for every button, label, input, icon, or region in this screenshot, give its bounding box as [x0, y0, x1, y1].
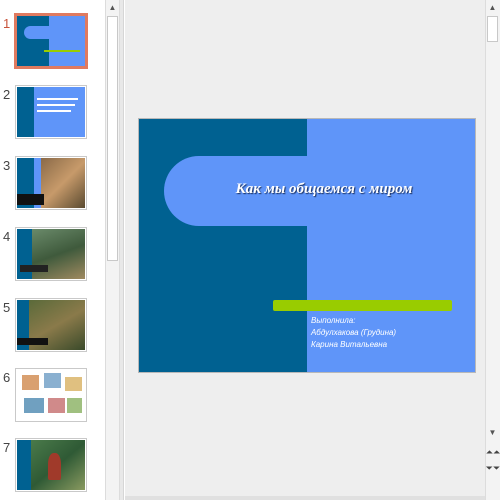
- thumbnail-slide-3[interactable]: 3: [0, 156, 105, 224]
- thumbnail-frame[interactable]: [15, 156, 87, 210]
- thumbnail-frame[interactable]: [15, 368, 87, 422]
- thumbnail-image: [17, 87, 85, 137]
- thumbnail-image: [17, 229, 85, 279]
- next-slide-icon[interactable]: ⏷⏷: [486, 462, 500, 474]
- slide-author-block[interactable]: Выполнила: Абдулхакова (Грудина) Карина …: [311, 315, 471, 351]
- slide-number: 1: [3, 16, 11, 31]
- slide-thumbnail-panel: 1 2 3 4 5 6 7: [0, 0, 105, 500]
- thumbnail-frame[interactable]: [15, 227, 87, 281]
- scroll-up-icon[interactable]: ▲: [486, 0, 499, 15]
- thumbnail-slide-2[interactable]: 2: [0, 85, 105, 153]
- slide-title[interactable]: Как мы общаемся с миром: [179, 181, 469, 198]
- current-slide[interactable]: Как мы общаемся с миром Выполнила: Абдул…: [138, 118, 476, 373]
- thumbnail-slide-4[interactable]: 4: [0, 227, 105, 295]
- thumbnail-frame[interactable]: [15, 85, 87, 139]
- previous-slide-icon[interactable]: ⏶⏶: [486, 446, 500, 458]
- author-line: Карина Витальевна: [311, 340, 388, 349]
- thumbnail-scrollbar[interactable]: ▲: [105, 0, 120, 500]
- thumbnail-image: [17, 300, 85, 350]
- thumbnail-slide-6[interactable]: 6: [0, 368, 105, 436]
- scrollbar-thumb[interactable]: [107, 16, 118, 261]
- slide-accent-bar: [273, 300, 452, 311]
- thumbnail-frame[interactable]: [14, 13, 88, 69]
- slide-number: 7: [3, 440, 11, 455]
- thumbnail-slide-5[interactable]: 5: [0, 298, 105, 366]
- slide-number: 4: [3, 229, 11, 244]
- slide-number: 5: [3, 300, 11, 315]
- scrollbar-thumb[interactable]: [487, 16, 498, 42]
- slide-editing-area: Как мы общаемся с миром Выполнила: Абдул…: [125, 0, 485, 500]
- thumbnail-slide-1[interactable]: 1: [0, 13, 105, 82]
- slide-number: 3: [3, 158, 11, 173]
- slide-number: 2: [3, 87, 11, 102]
- thumbnail-slide-7[interactable]: 7: [0, 438, 105, 500]
- thumbnail-image: [17, 370, 85, 420]
- scroll-down-icon[interactable]: ▼: [486, 425, 499, 440]
- main-scrollbar[interactable]: ▲ ▼ ⏶⏶ ⏷⏷: [485, 0, 500, 500]
- thumbnail-frame[interactable]: [15, 298, 87, 352]
- scroll-up-icon[interactable]: ▲: [106, 0, 119, 15]
- author-line: Абдулхакова (Грудина): [311, 328, 397, 337]
- presentation-editor: 1 2 3 4 5 6 7 ▲ Как мы общаемся с миром …: [0, 0, 500, 500]
- pane-splitter[interactable]: [120, 0, 124, 500]
- thumbnail-image: [17, 440, 85, 490]
- thumbnail-frame[interactable]: [15, 438, 87, 492]
- slide-number: 6: [3, 370, 11, 385]
- thumbnail-image: [17, 158, 85, 208]
- thumbnail-image: [17, 16, 85, 66]
- horizontal-scroll-edge: [125, 496, 485, 500]
- author-line: Выполнила:: [311, 316, 356, 325]
